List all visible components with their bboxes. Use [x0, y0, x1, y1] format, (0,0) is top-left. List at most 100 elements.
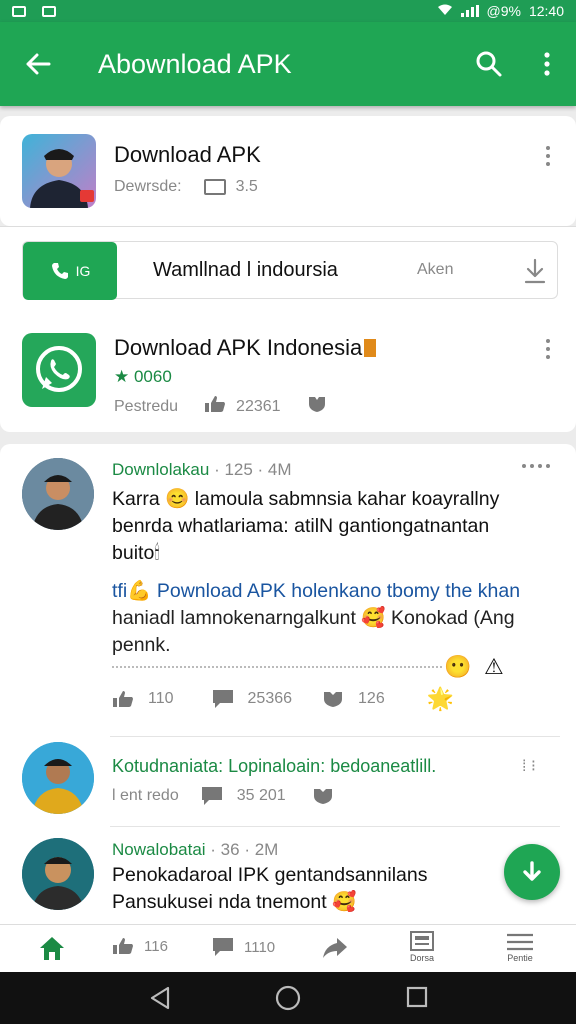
post-1-reaction-strip: [112, 666, 442, 668]
post-1-menu-icon[interactable]: [522, 464, 550, 468]
post-3-text: Penokadaroal IPK gentandsannilans Pansuk…: [112, 862, 502, 916]
image-notification-icon: [42, 5, 56, 17]
status-bar: @9% 12:40: [0, 0, 576, 22]
news-icon: [410, 931, 434, 951]
shield-icon: [313, 789, 332, 804]
post-1-line-1: Karra 😊 lamoula sabmnsia kahar koayralln…: [112, 488, 500, 510]
post-2-avatar[interactable]: [22, 742, 94, 814]
post-1-line-2: benrda whatlariama: atilN gantiongatnant…: [112, 515, 490, 537]
nav-recents-button[interactable]: [406, 986, 428, 1013]
menu-icon: [507, 933, 533, 951]
call-button-label: IG: [75, 263, 91, 279]
post-3-line-2: Pansukusei nda tnemont 🥰: [112, 891, 357, 913]
post-2-author[interactable]: Kotudnaniata: Lopinaloain: bedoaneatlill…: [112, 756, 436, 777]
warning-emoji-icon: ⚠: [484, 654, 504, 679]
app-meta-value: 3.5: [235, 178, 258, 195]
app-card-2: IG Wamllnad l indoursia Aken Download AP…: [0, 226, 576, 432]
bottom-action-bar: 116 1110 Dorsa Pentie: [0, 924, 576, 972]
app-meta-2-label: Pestredu: [114, 397, 179, 415]
share-arrow-icon: [323, 938, 347, 958]
app-meta-2: Pestredu 22361: [114, 395, 327, 418]
app-title: Download APK: [114, 142, 261, 167]
page-title: Abownload APK: [98, 48, 292, 79]
bottom-comment-button[interactable]: 1110: [212, 937, 275, 957]
call-button[interactable]: IG: [23, 242, 117, 300]
app-card-menu-icon[interactable]: [538, 144, 558, 168]
post-3-author[interactable]: Nowalobatai · 36 · 2M: [112, 840, 278, 860]
rating-badge-icon: [203, 179, 226, 195]
app-meta: Dewrsde: 3.5: [114, 178, 258, 196]
bottom-tab-5-label: Pentie: [507, 953, 533, 963]
post-1-shares: 126: [358, 690, 385, 707]
comment-icon: [201, 787, 222, 805]
post-1-text: Karra 😊 lamoula sabmnsia kahar koayralln…: [112, 486, 562, 567]
post-3-time: · 36 · 2M: [210, 840, 279, 859]
post-2-comment-button[interactable]: 35 201: [201, 786, 286, 806]
download-icon[interactable]: [523, 258, 547, 289]
post-1-share-button[interactable]: 126: [322, 690, 385, 708]
post-2-author-rest: Lopinaloain: bedoaneatlill.: [228, 756, 437, 776]
post-1-avatar[interactable]: [22, 458, 94, 530]
bottom-tab-4[interactable]: Dorsa: [410, 931, 434, 963]
circle-home-icon: [275, 985, 301, 1011]
back-arrow-icon: [26, 53, 51, 75]
post-1-actions: 110 25366 126 🌟: [112, 686, 454, 712]
post-1-comments: 25366: [247, 690, 293, 707]
bottom-like-button[interactable]: 116: [112, 937, 168, 955]
post-1-line-3: buito🕯: [112, 542, 160, 564]
post-2-meta-label: l ent redo: [112, 787, 179, 804]
post-1-likes: 110: [148, 690, 174, 707]
app-card[interactable]: Download APK Dewrsde: 3.5: [0, 116, 576, 226]
post-3-avatar[interactable]: [22, 838, 94, 910]
battery-level: @9%: [486, 3, 521, 19]
more-vert-icon: [544, 52, 550, 76]
shield-icon: [324, 692, 343, 707]
overflow-menu-button[interactable]: [518, 22, 576, 106]
post-1-comment-button[interactable]: 25366: [212, 689, 293, 709]
bottom-share-button[interactable]: [322, 937, 348, 959]
nav-back-button[interactable]: [148, 986, 172, 1015]
download-fab[interactable]: [504, 844, 560, 900]
post-1-line-5: haniadl lamnokenarngalkunt 🥰 Konokad (An…: [112, 607, 515, 629]
nav-home-button[interactable]: [274, 984, 302, 1017]
post-feed: Downlolakau · 125 · 4M Karra 😊 lamoula s…: [0, 444, 576, 924]
arrow-down-icon: [523, 861, 541, 881]
contact-right-label: Aken: [417, 261, 454, 278]
home-icon: [40, 937, 64, 960]
post-1-time: · 125 · 4M: [214, 460, 292, 479]
bottom-tab-5[interactable]: Pentie: [506, 933, 534, 963]
app-icon: [22, 134, 96, 208]
back-button[interactable]: [0, 22, 76, 106]
app-meta-label: Dewrsde:: [114, 178, 182, 195]
square-recents-icon: [406, 986, 428, 1008]
app-title-2: Download APK Indonesia: [114, 335, 377, 361]
contact-name: Wamllnad l indoursia: [153, 259, 338, 281]
search-button[interactable]: [460, 22, 518, 106]
post-2-comments: 35 201: [236, 787, 286, 804]
post-1-text-2: tfi💪 Pownload APK holenkano tbomy the kh…: [112, 578, 566, 659]
post-2-author-name: Kotudnaniata:: [112, 756, 224, 776]
home-tab[interactable]: [38, 935, 66, 961]
bottom-tab-4-label: Dorsa: [410, 953, 435, 963]
triangle-back-icon: [150, 986, 170, 1010]
smile-emoji-icon: 😶: [444, 654, 472, 679]
star-emoji-icon[interactable]: 🌟: [427, 686, 454, 712]
contact-row[interactable]: IG Wamllnad l indoursia Aken: [22, 241, 558, 300]
comment-icon: [212, 690, 233, 708]
app-title-2-text: Download APK Indonesia: [114, 335, 363, 360]
like-icon: [113, 938, 133, 954]
like-icon: [113, 691, 133, 707]
app-card-2-menu-icon[interactable]: [538, 337, 558, 361]
app-meta-2-value: 22361: [236, 397, 281, 415]
whatsapp-app-icon: [22, 333, 96, 407]
post-1-like-button[interactable]: 110: [112, 690, 174, 708]
like-icon: [204, 395, 226, 418]
post-1-author-name: Downlolakau: [112, 460, 210, 479]
post-2-menu-icon[interactable]: ⁞ ⁝: [522, 756, 536, 776]
bottom-likes: 116: [144, 937, 168, 955]
post-divider-2: [110, 826, 560, 827]
notification-icon: [12, 5, 26, 17]
app-bar: Abownload APK: [0, 22, 576, 106]
post-1-author[interactable]: Downlolakau · 125 · 4M: [112, 460, 292, 480]
bottom-comments: 1110: [244, 938, 276, 956]
